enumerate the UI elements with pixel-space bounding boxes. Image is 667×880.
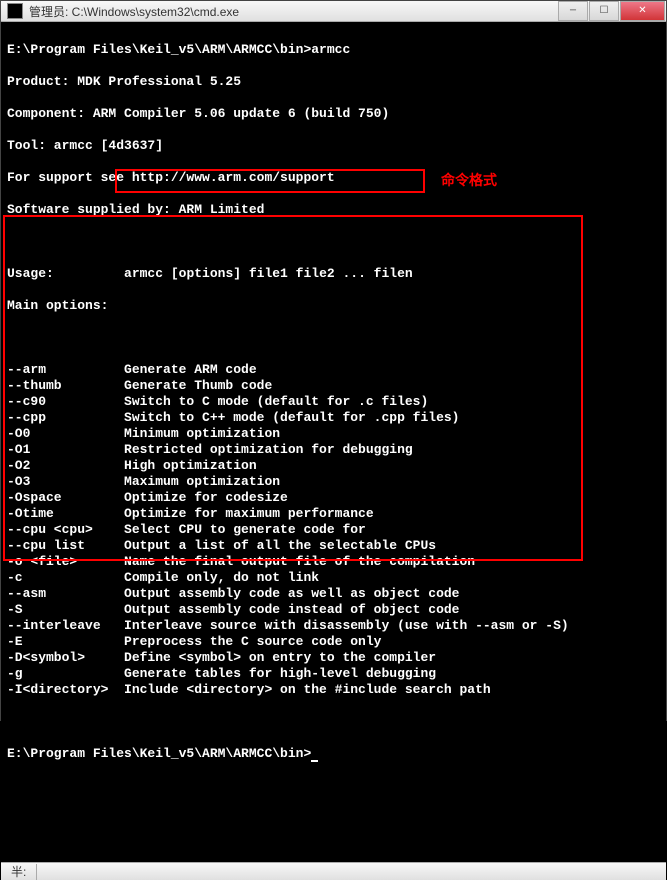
options-list: --arm Generate ARM code--thumb Generate …: [7, 362, 660, 698]
option-row: -o <file> Name the final output file of …: [7, 554, 660, 570]
usage-annotation: 命令格式: [441, 172, 497, 188]
option-row: -O0 Minimum optimization: [7, 426, 660, 442]
output-line: Product: MDK Professional 5.25: [7, 74, 660, 90]
option-row: -O2 High optimization: [7, 458, 660, 474]
window-controls: ─ ☐ ✕: [558, 1, 666, 21]
option-row: --cpu <cpu> Select CPU to generate code …: [7, 522, 660, 538]
option-row: --c90 Switch to C mode (default for .c f…: [7, 394, 660, 410]
usage-label: Usage:: [7, 266, 54, 281]
option-row: -D<symbol> Define <symbol> on entry to t…: [7, 650, 660, 666]
option-row: --cpu list Output a list of all the sele…: [7, 538, 660, 554]
option-row: --asm Output assembly code as well as ob…: [7, 586, 660, 602]
option-row: -Otime Optimize for maximum performance: [7, 506, 660, 522]
window: 管理员: C:\Windows\system32\cmd.exe ─ ☐ ✕ E…: [0, 0, 667, 721]
ime-status: 半:: [11, 863, 26, 880]
close-button[interactable]: ✕: [620, 1, 665, 21]
cursor: [311, 760, 318, 762]
output-line: E:\Program Files\Keil_v5\ARM\ARMCC\bin>a…: [7, 42, 660, 58]
status-separator: [36, 864, 37, 880]
app-icon: [7, 3, 23, 19]
option-row: -O1 Restricted optimization for debuggin…: [7, 442, 660, 458]
option-row: --thumb Generate Thumb code: [7, 378, 660, 394]
blank-line: [7, 330, 660, 346]
output-line: For support see http://www.arm.com/suppo…: [7, 170, 660, 186]
option-row: -c Compile only, do not link: [7, 570, 660, 586]
option-row: -Ospace Optimize for codesize: [7, 490, 660, 506]
option-row: -O3 Maximum optimization: [7, 474, 660, 490]
blank-line: [7, 714, 660, 730]
option-row: --arm Generate ARM code: [7, 362, 660, 378]
output-line: Software supplied by: ARM Limited: [7, 202, 660, 218]
prompt-line: E:\Program Files\Keil_v5\ARM\ARMCC\bin>: [7, 746, 660, 762]
titlebar[interactable]: 管理员: C:\Windows\system32\cmd.exe ─ ☐ ✕: [1, 1, 666, 22]
blank-line: [7, 234, 660, 250]
output-line: Component: ARM Compiler 5.06 update 6 (b…: [7, 106, 660, 122]
main-options-line: Main options:: [7, 298, 660, 314]
option-row: -S Output assembly code instead of objec…: [7, 602, 660, 618]
maximize-button[interactable]: ☐: [589, 1, 619, 21]
option-row: -g Generate tables for high-level debugg…: [7, 666, 660, 682]
output-line: Tool: armcc [4d3637]: [7, 138, 660, 154]
minimize-button[interactable]: ─: [558, 1, 588, 21]
usage-line: Usage: armcc [options] file1 file2 ... f…: [7, 266, 660, 282]
statusbar: 半:: [1, 862, 666, 880]
option-row: -E Preprocess the C source code only: [7, 634, 660, 650]
prompt-text: E:\Program Files\Keil_v5\ARM\ARMCC\bin>: [7, 746, 311, 761]
window-title: 管理员: C:\Windows\system32\cmd.exe: [29, 3, 558, 20]
option-row: -I<directory> Include <directory> on the…: [7, 682, 660, 698]
terminal-area[interactable]: E:\Program Files\Keil_v5\ARM\ARMCC\bin> a…: [1, 22, 666, 862]
option-row: --interleave Interleave source with disa…: [7, 618, 660, 634]
usage-text: armcc [options] file1 file2 ... filen: [124, 266, 413, 281]
option-row: --cpp Switch to C++ mode (default for .c…: [7, 410, 660, 426]
